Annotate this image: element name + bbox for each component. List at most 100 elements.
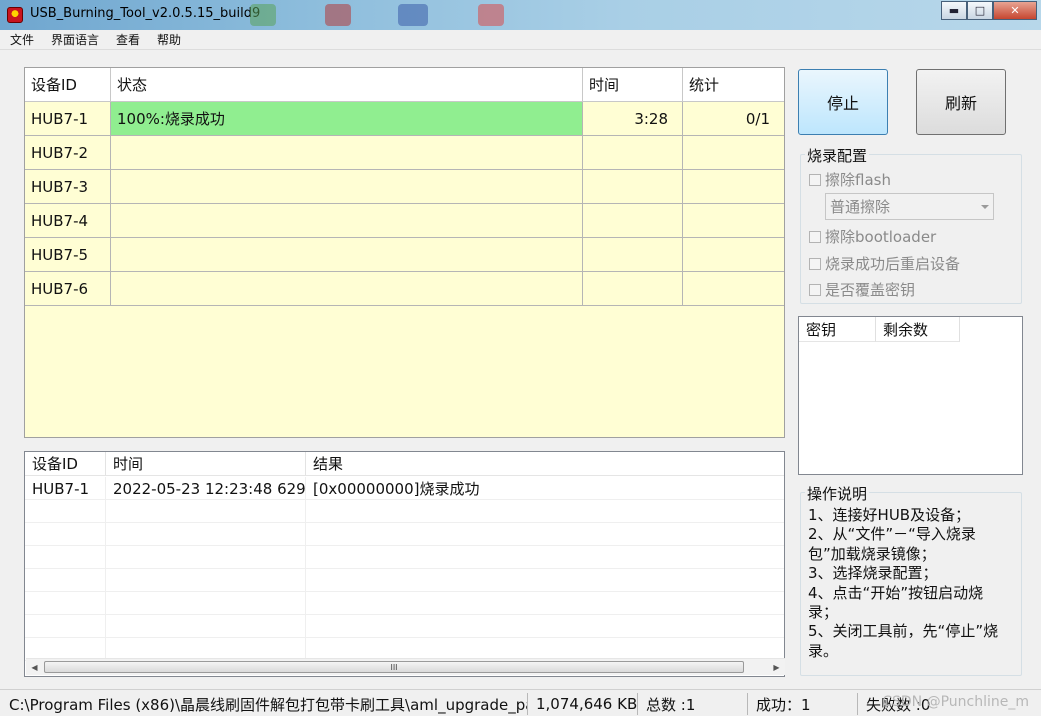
- stop-button[interactable]: 停止: [798, 69, 888, 135]
- scrollbar-thumb[interactable]: III: [44, 661, 744, 673]
- log-result-cell: [306, 500, 784, 523]
- refresh-button[interactable]: 刷新: [916, 69, 1006, 135]
- checkbox-icon: [809, 257, 821, 270]
- log-row[interactable]: [25, 523, 784, 546]
- status-size: 1,074,646 KB: [528, 693, 638, 715]
- erase-flash-checkbox[interactable]: 擦除flash: [809, 169, 891, 190]
- log-table: 设备ID 时间 结果 HUB7-1 2022-05-23 12:23:48 629…: [24, 451, 785, 677]
- checkbox-icon: [809, 230, 821, 243]
- device-id-cell[interactable]: HUB7-3: [25, 170, 111, 204]
- stats-cell[interactable]: 0/1: [683, 102, 784, 136]
- overwrite-key-checkbox[interactable]: 是否覆盖密钥: [809, 279, 915, 300]
- log-time-cell: 2022-05-23 12:23:48 629: [106, 477, 306, 500]
- instructions-title: 操作说明: [805, 483, 870, 504]
- log-row[interactable]: HUB7-1 2022-05-23 12:23:48 629 [0x00000000…: [25, 477, 784, 500]
- erase-bootloader-label: 擦除bootloader: [825, 228, 937, 246]
- taskbar-thumbnail-icon: [325, 4, 351, 26]
- log-time-cell: [106, 546, 306, 569]
- log-row[interactable]: [25, 546, 784, 569]
- time-cell[interactable]: [583, 238, 683, 272]
- erase-mode-select[interactable]: 普通擦除: [825, 193, 994, 220]
- column-header-time[interactable]: 时间: [106, 452, 306, 476]
- close-button[interactable]: ✕: [993, 1, 1037, 20]
- stats-cell[interactable]: [683, 204, 784, 238]
- status-cell[interactable]: [111, 170, 583, 204]
- menu-help[interactable]: 帮助: [155, 31, 183, 48]
- column-header-device-id[interactable]: 设备ID: [25, 68, 111, 102]
- column-header-result[interactable]: 结果: [306, 452, 784, 476]
- erase-bootloader-checkbox[interactable]: 擦除bootloader: [809, 226, 936, 247]
- log-device-id-cell: HUB7-1: [25, 477, 106, 500]
- column-header-time[interactable]: 时间: [583, 68, 683, 102]
- status-bar: C:\Program Files (x86)\晶晨线刷固件解包打包带卡刷工具\a…: [0, 689, 1041, 716]
- instruction-line: 5、关闭工具前，先“停止”烧录。: [808, 622, 999, 660]
- instruction-line: 4、点击“开始”按钮启动烧录；: [808, 583, 984, 622]
- chevron-down-icon: [981, 205, 989, 209]
- grip-icon: III: [390, 662, 398, 672]
- stats-cell[interactable]: [683, 238, 784, 272]
- erase-mode-value: 普通擦除: [830, 198, 891, 216]
- log-time-cell: [106, 592, 306, 615]
- stats-cell[interactable]: [683, 170, 784, 204]
- time-cell[interactable]: 3:28: [583, 102, 683, 136]
- log-device-id-cell: [25, 546, 106, 569]
- status-cell[interactable]: 100%:烧录成功: [111, 102, 583, 136]
- menu-bar: 文件 界面语言 查看 帮助: [0, 30, 1041, 50]
- stats-cell[interactable]: [683, 272, 784, 306]
- minimize-button[interactable]: ▬: [941, 1, 967, 20]
- log-time-cell: [106, 615, 306, 638]
- column-header-key[interactable]: 密钥: [799, 317, 876, 342]
- status-cell[interactable]: [111, 204, 583, 238]
- log-result-cell: [0x00000000]烧录成功: [313, 480, 480, 498]
- log-row[interactable]: [25, 615, 784, 638]
- taskbar-thumbnail-icon: [250, 4, 276, 26]
- time-cell[interactable]: [583, 170, 683, 204]
- device-id-cell[interactable]: HUB7-5: [25, 238, 111, 272]
- status-cell[interactable]: [111, 272, 583, 306]
- scroll-right-icon[interactable]: ▶: [768, 659, 785, 675]
- reboot-after-checkbox[interactable]: 烧录成功后重启设备: [809, 253, 960, 274]
- horizontal-scrollbar[interactable]: ◀ III ▶: [26, 658, 785, 675]
- scroll-left-icon[interactable]: ◀: [26, 659, 43, 675]
- log-row[interactable]: [25, 592, 784, 615]
- log-device-id-cell: [25, 592, 106, 615]
- column-header-device-id[interactable]: 设备ID: [25, 452, 106, 476]
- erase-flash-label: 擦除flash: [825, 171, 891, 189]
- column-header-status[interactable]: 状态: [111, 68, 583, 102]
- title-bar: USB_Burning_Tool_v2.0.5.15_build9 ▬ □ ✕: [0, 0, 1041, 30]
- column-header-remaining[interactable]: 剩余数: [876, 317, 960, 342]
- column-header-stats[interactable]: 统计: [683, 68, 784, 102]
- device-id-cell[interactable]: HUB7-4: [25, 204, 111, 238]
- maximize-button[interactable]: □: [967, 1, 993, 20]
- status-success: 成功：1: [748, 693, 858, 715]
- log-result-cell: [306, 615, 784, 638]
- device-id-cell[interactable]: HUB7-2: [25, 136, 111, 170]
- overwrite-key-label: 是否覆盖密钥: [825, 281, 916, 299]
- log-time-cell: [106, 523, 306, 546]
- window-title: USB_Burning_Tool_v2.0.5.15_build9: [30, 6, 261, 21]
- menu-language[interactable]: 界面语言: [49, 31, 101, 48]
- log-time-cell: [106, 500, 306, 523]
- status-cell[interactable]: [111, 136, 583, 170]
- time-cell[interactable]: [583, 272, 683, 306]
- menu-view[interactable]: 查看: [114, 31, 142, 48]
- log-device-id-cell: [25, 569, 106, 592]
- checkbox-icon: [809, 173, 821, 186]
- menu-file[interactable]: 文件: [8, 31, 36, 48]
- instruction-line: 2、从“文件”－“导入烧录包”加载烧录镜像；: [808, 525, 976, 563]
- time-cell[interactable]: [583, 136, 683, 170]
- log-device-id-cell: [25, 615, 106, 638]
- log-row[interactable]: [25, 569, 784, 592]
- log-row[interactable]: [25, 500, 784, 523]
- time-cell[interactable]: [583, 204, 683, 238]
- watermark: CSDN @Punchline_m: [882, 694, 1029, 710]
- log-result-cell: [306, 592, 784, 615]
- status-cell[interactable]: [111, 238, 583, 272]
- log-time-cell: [106, 569, 306, 592]
- device-id-cell[interactable]: HUB7-1: [25, 102, 111, 136]
- stats-cell[interactable]: [683, 136, 784, 170]
- taskbar-thumbnail-icon: [478, 4, 504, 26]
- log-result-cell: [306, 523, 784, 546]
- log-result-cell: [306, 569, 784, 592]
- device-id-cell[interactable]: HUB7-6: [25, 272, 111, 306]
